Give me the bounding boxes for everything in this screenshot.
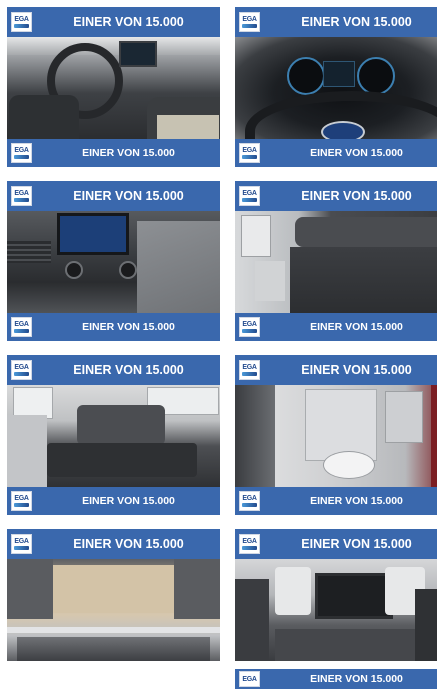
card-header: EGA EINER VON 15.000 — [235, 7, 437, 37]
photo-cabinet-toilet[interactable] — [235, 385, 437, 487]
card-badge-text: EINER VON 15.000 — [73, 15, 184, 29]
card-header: EGA EINER VON 15.000 — [235, 529, 437, 559]
card-badge-text: EINER VON 15.000 — [73, 189, 184, 203]
card-footer-text: EINER VON 15.000 — [310, 673, 403, 685]
photo-steering-wheel[interactable] — [235, 37, 437, 139]
gallery-grid: EGA EINER VON 15.000 EGA EINER VON 15.00… — [0, 0, 437, 689]
card-footer-text: EINER VON 15.000 — [310, 321, 403, 333]
ega-logo-icon: EGA — [11, 360, 32, 380]
ega-logo-icon: EGA — [239, 671, 260, 687]
gallery-card-1[interactable]: EGA EINER VON 15.000 EGA EINER VON 15.00… — [7, 7, 220, 167]
ega-logo-icon: EGA — [239, 360, 260, 380]
photo-center-console[interactable] — [7, 211, 220, 313]
card-footer: EGA EINER VON 15.000 — [7, 313, 220, 341]
gallery-card-6[interactable]: EGA EINER VON 15.000 EGA EINER VON 15.00… — [235, 355, 437, 515]
card-badge-text: EINER VON 15.000 — [301, 15, 412, 29]
card-header: EGA EINER VON 15.000 — [235, 355, 437, 385]
card-badge-text: EINER VON 15.000 — [301, 189, 412, 203]
gallery-card-4[interactable]: EGA EINER VON 15.000 EGA EINER VON 15.00… — [235, 181, 437, 341]
photo-rear-seat[interactable] — [235, 211, 437, 313]
ega-logo-icon: EGA — [239, 186, 260, 206]
ega-logo-icon: EGA — [239, 534, 260, 554]
card-header: EGA EINER VON 15.000 — [7, 181, 220, 211]
card-badge-text: EINER VON 15.000 — [73, 537, 184, 551]
card-badge-text: EINER VON 15.000 — [73, 363, 184, 377]
ega-logo-icon: EGA — [239, 317, 260, 337]
card-footer: EGA EINER VON 15.000 — [235, 139, 437, 167]
card-badge-text: EINER VON 15.000 — [301, 363, 412, 377]
gallery-card-8[interactable]: EGA EINER VON 15.000 EGA EINER VON 15.00… — [235, 529, 437, 689]
ega-logo-icon: EGA — [11, 534, 32, 554]
card-footer-text: EINER VON 15.000 — [82, 495, 175, 507]
card-footer: EGA EINER VON 15.000 — [7, 487, 220, 515]
gallery-card-7[interactable]: EGA EINER VON 15.000 — [7, 529, 220, 689]
ega-logo-icon: EGA — [11, 143, 32, 163]
card-footer: EGA EINER VON 15.000 — [235, 669, 437, 689]
gallery-card-2[interactable]: EGA EINER VON 15.000 EGA EINER VON 15.00… — [235, 7, 437, 167]
photo-roof-bed[interactable] — [7, 559, 220, 661]
card-header: EGA EINER VON 15.000 — [7, 355, 220, 385]
card-footer: EGA EINER VON 15.000 — [235, 487, 437, 515]
ega-logo-icon: EGA — [239, 12, 260, 32]
card-footer-text: EINER VON 15.000 — [82, 147, 175, 159]
card-header: EGA EINER VON 15.000 — [235, 181, 437, 211]
ega-logo-icon: EGA — [11, 491, 32, 511]
card-footer: EGA EINER VON 15.000 — [7, 139, 220, 167]
ega-logo-icon: EGA — [11, 317, 32, 337]
gallery-card-5[interactable]: EGA EINER VON 15.000 EGA EINER VON 15.00… — [7, 355, 220, 515]
card-footer: EGA EINER VON 15.000 — [235, 313, 437, 341]
card-footer-text: EINER VON 15.000 — [82, 321, 175, 333]
photo-rear-bench[interactable] — [7, 385, 220, 487]
photo-rear-window[interactable] — [235, 559, 437, 661]
ega-logo-icon: EGA — [239, 491, 260, 511]
ega-logo-icon: EGA — [11, 12, 32, 32]
card-footer-text: EINER VON 15.000 — [310, 495, 403, 507]
ega-logo-icon: EGA — [239, 143, 260, 163]
card-header: EGA EINER VON 15.000 — [7, 7, 220, 37]
photo-cockpit[interactable] — [7, 37, 220, 139]
card-badge-text: EINER VON 15.000 — [301, 537, 412, 551]
card-footer-text: EINER VON 15.000 — [310, 147, 403, 159]
gallery-card-3[interactable]: EGA EINER VON 15.000 EGA EINER VON 15.00… — [7, 181, 220, 341]
ega-logo-icon: EGA — [11, 186, 32, 206]
card-header: EGA EINER VON 15.000 — [7, 529, 220, 559]
